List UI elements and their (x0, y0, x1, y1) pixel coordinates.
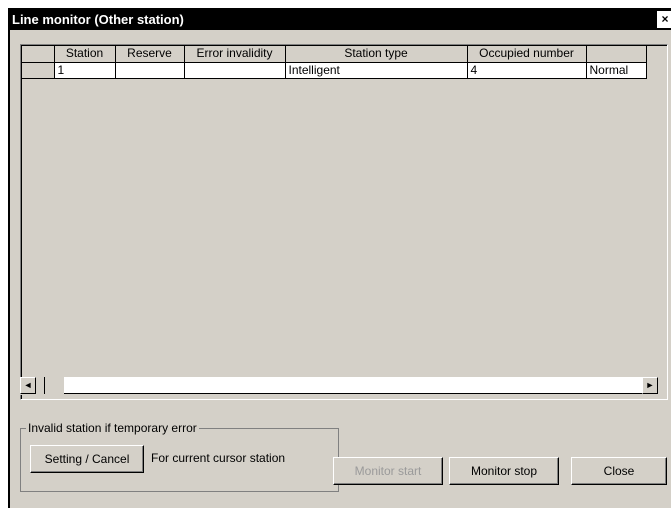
column-header-station-type[interactable]: Station type (285, 46, 468, 63)
title-bar[interactable]: Line monitor (Other station) × (10, 10, 671, 30)
horizontal-scrollbar[interactable]: ◄ ► (20, 377, 658, 395)
monitor-start-button[interactable]: Monitor start (333, 457, 443, 485)
column-header-error-invalidity[interactable]: Error invalidity (184, 46, 286, 63)
group-legend: Invalid station if temporary error (26, 420, 199, 436)
close-icon[interactable]: × (657, 11, 671, 28)
invalid-station-group: Invalid station if temporary error Setti… (20, 420, 339, 492)
column-header-corner[interactable] (22, 46, 55, 63)
close-button[interactable]: Close (571, 457, 667, 485)
cell-status[interactable]: Normal (586, 62, 647, 79)
table-header-row: Station Reserve Error invalidity Station… (22, 46, 647, 63)
column-header-reserve[interactable]: Reserve (115, 46, 185, 63)
cell-reserve[interactable] (115, 62, 185, 79)
line-monitor-window: Line monitor (Other station) × Station R… (8, 8, 671, 508)
cell-occupied-number[interactable]: 4 (467, 62, 587, 79)
column-header-occupied-number[interactable]: Occupied number (467, 46, 587, 63)
cell-error-invalidity[interactable] (184, 62, 286, 79)
cell-station-type[interactable]: Intelligent (285, 62, 468, 79)
window-title: Line monitor (Other station) (12, 12, 184, 27)
monitor-stop-button[interactable]: Monitor stop (449, 457, 559, 485)
cursor-station-note: For current cursor station (151, 451, 286, 465)
column-header-station[interactable]: Station (54, 46, 116, 63)
scroll-left-icon[interactable]: ◄ (20, 377, 36, 394)
row-header[interactable] (22, 62, 55, 79)
scroll-right-icon[interactable]: ► (642, 377, 658, 394)
cell-station[interactable]: 1 (54, 62, 116, 79)
station-table: Station Reserve Error invalidity Station… (22, 46, 647, 79)
scrollbar-thumb[interactable] (44, 377, 64, 394)
station-grid: Station Reserve Error invalidity Station… (20, 44, 668, 400)
setting-cancel-button[interactable]: Setting / Cancel (30, 445, 144, 473)
scrollbar-track[interactable] (64, 377, 642, 394)
column-header-status[interactable] (586, 46, 647, 63)
table-row[interactable]: 1 Intelligent 4 Normal (22, 62, 647, 79)
